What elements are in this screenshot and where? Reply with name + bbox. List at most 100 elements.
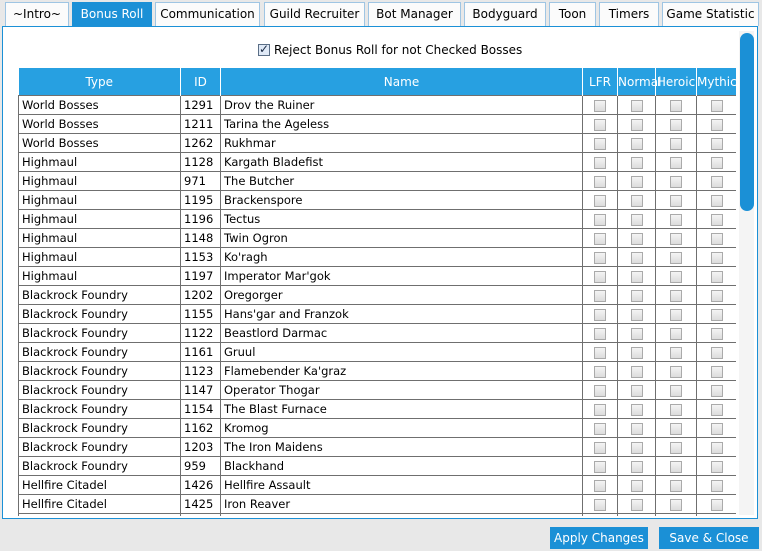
normal-checkbox[interactable]: [630, 99, 643, 112]
normal-checkbox[interactable]: [630, 384, 643, 397]
lfr-checkbox[interactable]: [594, 270, 606, 283]
lfr-checkbox[interactable]: [594, 232, 606, 245]
lfr-checkbox[interactable]: [594, 213, 606, 226]
normal-checkbox[interactable]: [630, 194, 643, 207]
heroic-checkbox[interactable]: [670, 403, 682, 416]
table-row[interactable]: Highmaul 1128 Kargath Bladefist: [18, 152, 736, 172]
heroic-checkbox[interactable]: [670, 327, 682, 340]
vertical-scrollbar[interactable]: [739, 31, 754, 515]
heroic-checkbox[interactable]: [670, 232, 682, 245]
normal-checkbox[interactable]: [630, 327, 643, 340]
column-header-id[interactable]: ID: [180, 68, 221, 96]
tab-game-statistic[interactable]: Game Statistic: [662, 2, 759, 26]
lfr-checkbox[interactable]: [594, 251, 606, 264]
table-row[interactable]: [18, 513, 736, 516]
mythic-checkbox[interactable]: [710, 194, 723, 207]
mythic-checkbox[interactable]: [710, 384, 723, 397]
table-row[interactable]: Highmaul 1196 Tectus: [18, 209, 736, 229]
table-row[interactable]: Highmaul 971 The Butcher: [18, 171, 736, 191]
table-row[interactable]: Blackrock Foundry 1155 Hans'gar and Franzo…: [18, 304, 736, 324]
heroic-checkbox[interactable]: [670, 479, 682, 492]
mythic-checkbox[interactable]: [710, 118, 723, 131]
normal-checkbox[interactable]: [630, 175, 643, 188]
mythic-checkbox[interactable]: [710, 251, 723, 264]
mythic-checkbox[interactable]: [710, 137, 723, 150]
table-row[interactable]: Blackrock Foundry 1203 The Iron Maidens: [18, 437, 736, 457]
mythic-checkbox[interactable]: [710, 460, 723, 473]
normal-checkbox[interactable]: [630, 479, 643, 492]
normal-checkbox[interactable]: [630, 441, 643, 454]
mythic-checkbox[interactable]: [710, 289, 723, 302]
lfr-checkbox[interactable]: [594, 365, 606, 378]
table-row[interactable]: Blackrock Foundry 1154 The Blast Furnace: [18, 399, 736, 419]
tab-timers[interactable]: Timers: [599, 2, 659, 26]
apply-changes-button[interactable]: Apply Changes: [550, 527, 648, 549]
lfr-checkbox[interactable]: [594, 441, 606, 454]
lfr-checkbox[interactable]: [594, 460, 606, 473]
normal-checkbox[interactable]: [630, 156, 643, 169]
column-header-heroic[interactable]: Heroic: [655, 68, 697, 96]
table-row[interactable]: World Bosses 1211 Tarina the Ageless: [18, 114, 736, 134]
table-row[interactable]: Blackrock Foundry 1123 Flamebender Ka'graz: [18, 361, 736, 381]
lfr-checkbox[interactable]: [594, 137, 606, 150]
mythic-checkbox[interactable]: [710, 498, 723, 511]
mythic-checkbox[interactable]: [710, 232, 723, 245]
lfr-checkbox[interactable]: [594, 479, 606, 492]
save-close-button[interactable]: Save & Close: [659, 527, 759, 549]
column-header-name[interactable]: Name: [220, 68, 583, 96]
normal-checkbox[interactable]: [630, 270, 643, 283]
table-row[interactable]: Blackrock Foundry 1122 Beastlord Darmac: [18, 323, 736, 343]
tab-communication[interactable]: Communication: [155, 2, 260, 26]
heroic-checkbox[interactable]: [670, 156, 682, 169]
lfr-checkbox[interactable]: [594, 194, 606, 207]
heroic-checkbox[interactable]: [670, 441, 682, 454]
lfr-checkbox[interactable]: [594, 289, 606, 302]
mythic-checkbox[interactable]: [710, 175, 723, 188]
normal-checkbox[interactable]: [630, 498, 643, 511]
tab-bot-manager[interactable]: Bot Manager: [368, 2, 461, 26]
column-header-type[interactable]: Type: [18, 68, 181, 96]
normal-checkbox[interactable]: [630, 289, 643, 302]
heroic-checkbox[interactable]: [670, 308, 682, 321]
mythic-checkbox[interactable]: [710, 308, 723, 321]
reject-checkbox[interactable]: [258, 42, 270, 56]
heroic-checkbox[interactable]: [670, 460, 682, 473]
normal-checkbox[interactable]: [630, 346, 643, 359]
mythic-checkbox[interactable]: [710, 270, 723, 283]
tab-bonus-roll[interactable]: Bonus Roll: [72, 2, 152, 26]
mythic-checkbox[interactable]: [710, 422, 723, 435]
normal-checkbox[interactable]: [630, 422, 643, 435]
lfr-checkbox[interactable]: [594, 384, 606, 397]
heroic-checkbox[interactable]: [670, 251, 682, 264]
heroic-checkbox[interactable]: [670, 194, 682, 207]
mythic-checkbox[interactable]: [710, 213, 723, 226]
scroll-thumb[interactable]: [740, 33, 754, 211]
column-header-mythic[interactable]: Mythic: [696, 68, 736, 96]
heroic-checkbox[interactable]: [670, 384, 682, 397]
table-row[interactable]: Blackrock Foundry 959 Blackhand: [18, 456, 736, 476]
lfr-checkbox[interactable]: [594, 118, 606, 131]
mythic-checkbox[interactable]: [710, 156, 723, 169]
normal-checkbox[interactable]: [630, 232, 643, 245]
mythic-checkbox[interactable]: [710, 365, 723, 378]
heroic-checkbox[interactable]: [670, 175, 682, 188]
mythic-checkbox[interactable]: [710, 441, 723, 454]
heroic-checkbox[interactable]: [670, 498, 682, 511]
normal-checkbox[interactable]: [630, 118, 643, 131]
tab-intro[interactable]: ~Intro~: [5, 2, 69, 26]
column-header-lfr[interactable]: LFR: [582, 68, 618, 96]
normal-checkbox[interactable]: [630, 460, 643, 473]
tab-bodyguard[interactable]: Bodyguard: [464, 2, 546, 26]
lfr-checkbox[interactable]: [594, 99, 606, 112]
heroic-checkbox[interactable]: [670, 99, 682, 112]
mythic-checkbox[interactable]: [710, 346, 723, 359]
heroic-checkbox[interactable]: [670, 289, 682, 302]
lfr-checkbox[interactable]: [594, 403, 606, 416]
normal-checkbox[interactable]: [630, 137, 643, 150]
lfr-checkbox[interactable]: [594, 308, 606, 321]
table-row[interactable]: Highmaul 1148 Twin Ogron: [18, 228, 736, 248]
mythic-checkbox[interactable]: [710, 99, 723, 112]
lfr-checkbox[interactable]: [594, 327, 606, 340]
mythic-checkbox[interactable]: [710, 479, 723, 492]
table-row[interactable]: Hellfire Citadel 1425 Iron Reaver: [18, 494, 736, 514]
